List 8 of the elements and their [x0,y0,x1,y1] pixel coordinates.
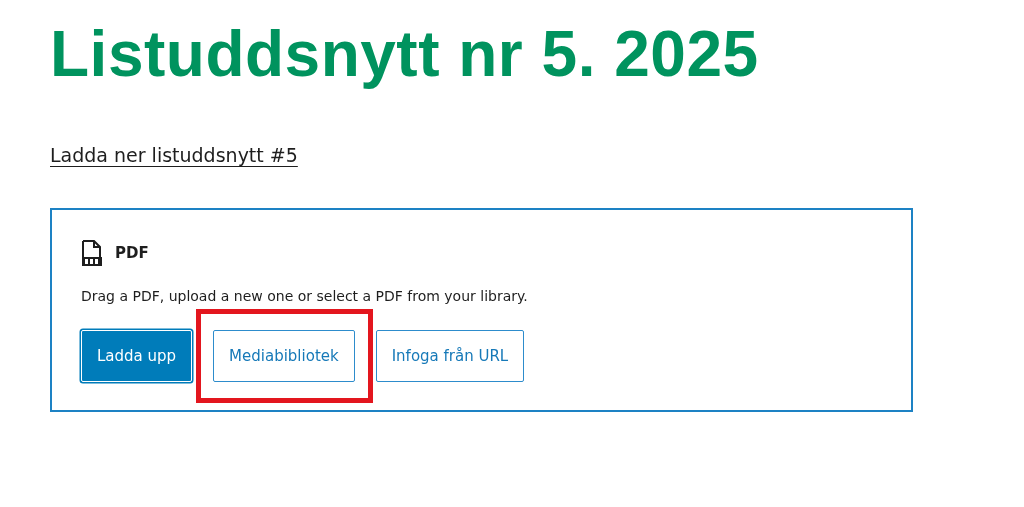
secondary-button[interactable]: Infoga från URL [375,330,525,382]
instructions-text: Drag a PDF, upload a new one or select a PDF from your library. [81,288,529,304]
block-label: PDF [115,244,149,262]
pdf-file-icon [81,240,103,266]
page-title: Listuddsnytt nr 5. 2025 [50,17,760,92]
download-link[interactable]: Ladda ner listuddsnytt #5 [50,144,298,166]
upload-button[interactable]: Ladda upp [81,330,193,382]
secondary-button[interactable]: Mediabibliotek [213,330,355,382]
